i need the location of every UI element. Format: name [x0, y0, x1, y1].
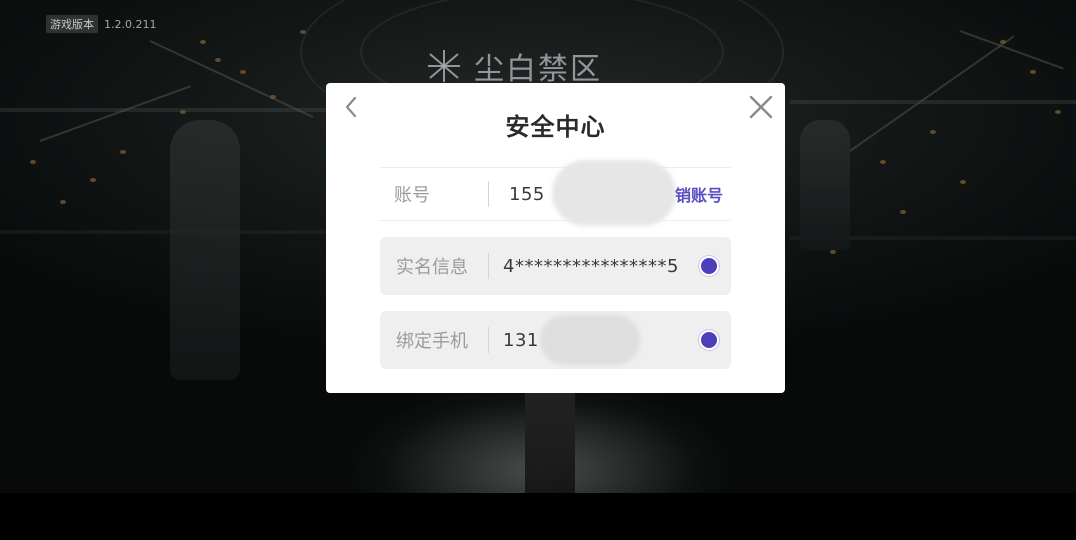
realname-row: 实名信息 4****************5 — [380, 237, 731, 295]
realname-label: 实名信息 — [396, 257, 468, 278]
version-number: 1.2.0.211 — [104, 17, 157, 31]
account-label: 账号 — [394, 185, 430, 206]
realname-value: 4****************5 — [503, 255, 679, 277]
redaction-blur — [552, 160, 676, 226]
logo-emblem-icon — [428, 50, 460, 82]
deregister-account-link[interactable]: 销账号 — [675, 182, 723, 206]
version-tag: 游戏版本 — [46, 15, 98, 33]
phone-status-radio-icon[interactable] — [701, 332, 717, 348]
security-center-dialog: 安全中心 账号 155 销账号 实名信息 4****************5 … — [326, 83, 785, 393]
realname-status-radio-icon[interactable] — [701, 258, 717, 274]
bound-phone-label: 绑定手机 — [396, 331, 468, 352]
logo-text: 尘白禁区 — [474, 52, 602, 87]
bound-phone-value: 131 — [503, 329, 539, 351]
game-version: 游戏版本 1.2.0.211 — [46, 15, 156, 33]
dialog-title: 安全中心 — [505, 113, 606, 141]
game-logo: 尘白禁区 — [424, 46, 644, 87]
account-row: 账号 155 销账号 — [380, 160, 731, 226]
bound-phone-row: 绑定手机 131 — [380, 311, 731, 369]
account-value: 155 — [509, 183, 545, 205]
redaction-blur — [540, 315, 640, 365]
